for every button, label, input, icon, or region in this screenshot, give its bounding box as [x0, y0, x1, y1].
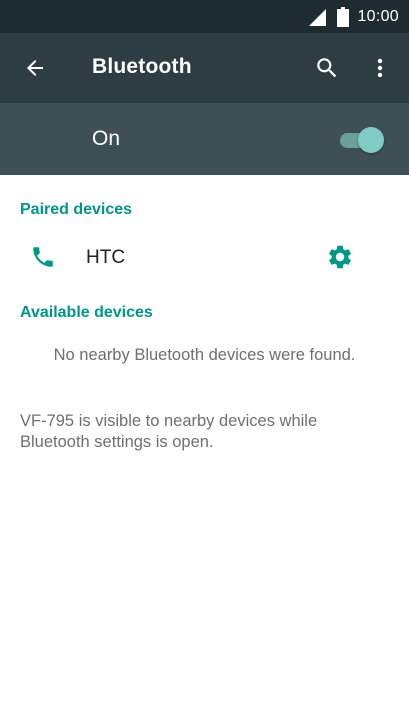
- paired-devices-header: Paired devices: [20, 201, 133, 218]
- status-time: 10:00: [357, 7, 399, 25]
- bluetooth-settings-screen: 10:00 Bluetooth On Paired devices HTC Av…: [0, 0, 409, 728]
- back-arrow-icon[interactable]: [23, 56, 47, 80]
- master-switch-label: On: [92, 127, 121, 150]
- signal-icon: [309, 8, 327, 26]
- app-bar: Bluetooth: [0, 33, 409, 103]
- paired-device-row[interactable]: HTC: [0, 228, 409, 286]
- search-icon[interactable]: [314, 55, 340, 81]
- toggle-thumb: [358, 127, 384, 153]
- no-devices-message: No nearby Bluetooth devices were found.: [53, 346, 356, 364]
- battery-icon: [337, 6, 350, 27]
- bluetooth-master-switch-row[interactable]: On: [0, 103, 409, 175]
- paired-device-name: HTC: [86, 247, 126, 268]
- gear-icon[interactable]: [326, 243, 354, 271]
- more-vert-icon[interactable]: [368, 55, 392, 81]
- bluetooth-toggle[interactable]: [338, 126, 384, 154]
- phone-icon: [33, 247, 53, 267]
- page-title: Bluetooth: [92, 55, 192, 78]
- status-bar: 10:00: [0, 0, 409, 33]
- visibility-message: VF-795 is visible to nearby devices whil…: [20, 412, 318, 451]
- available-devices-header: Available devices: [20, 304, 153, 321]
